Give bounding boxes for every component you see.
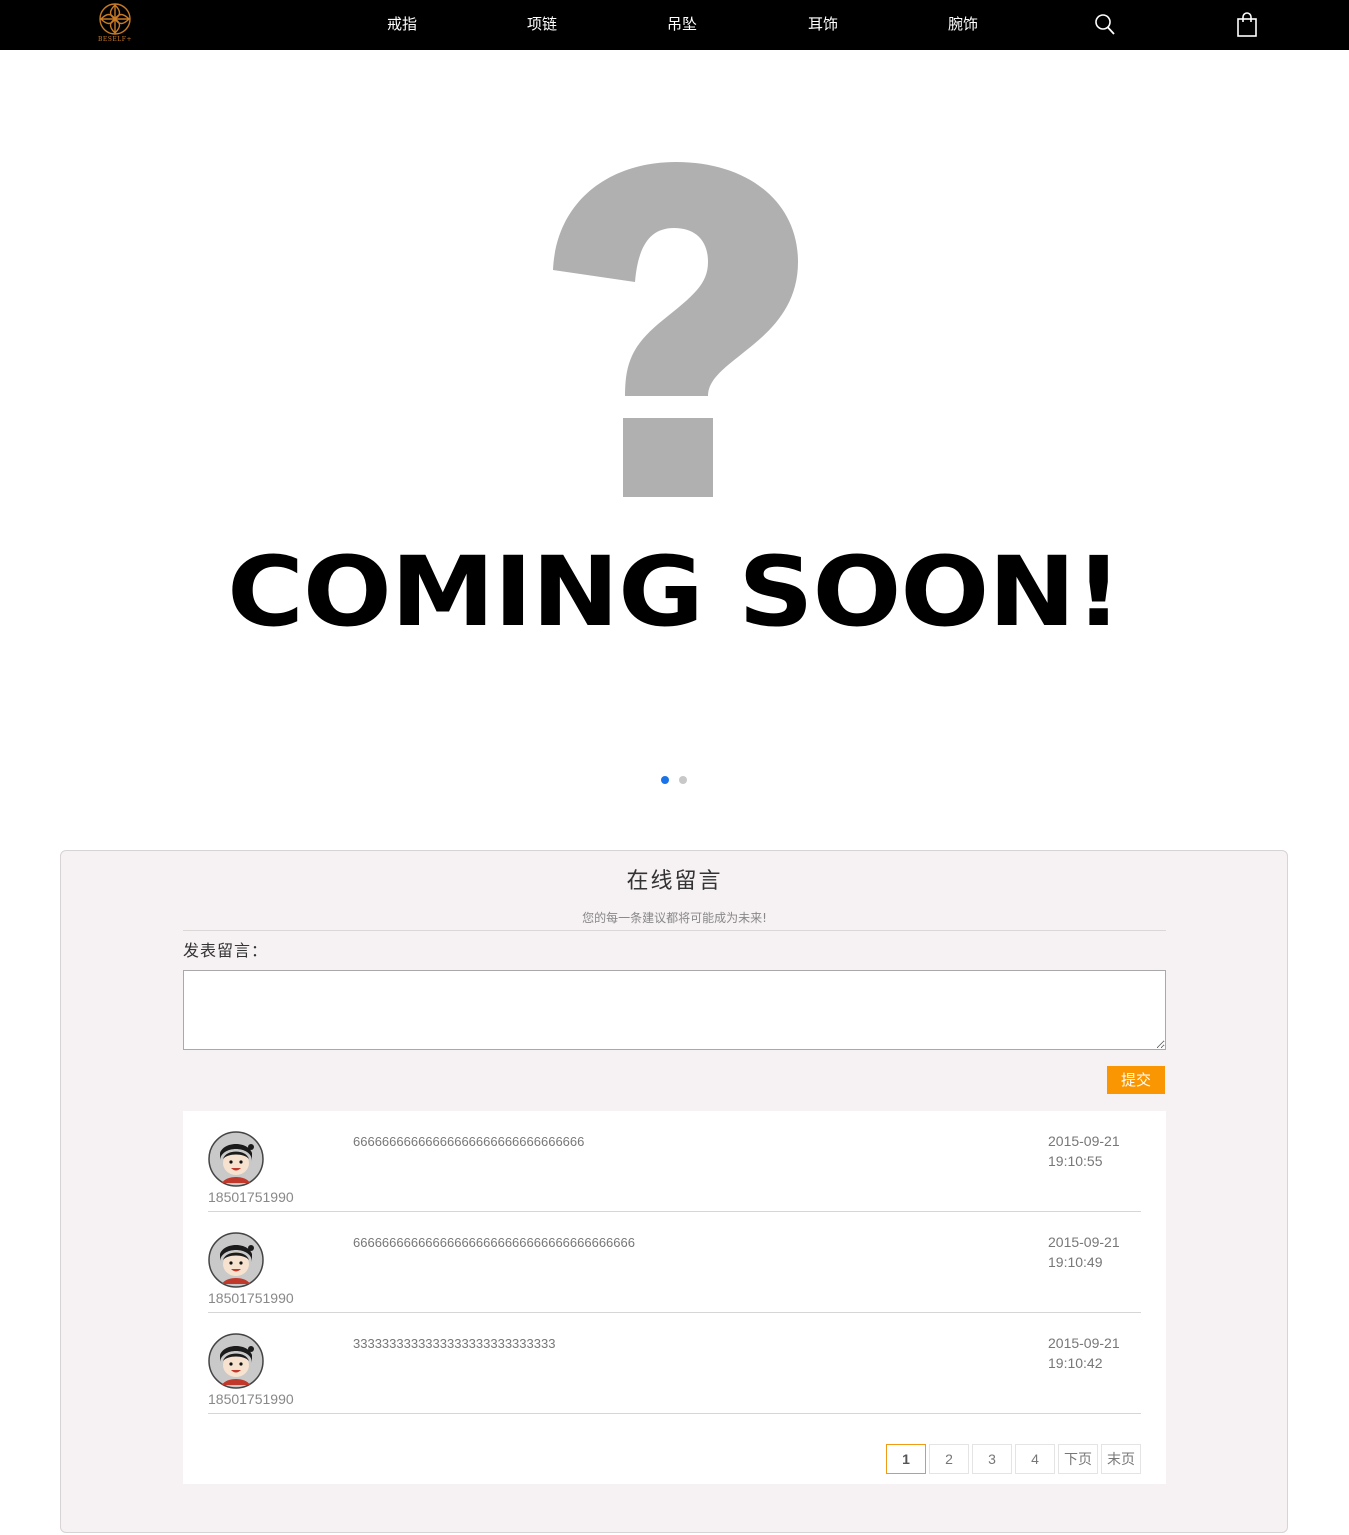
search-icon[interactable] [1094,12,1116,40]
nav-item-bracelets[interactable]: 腕饰 [948,13,978,35]
top-nav-bar: BESELF+ 戒指 项链 吊坠 耳饰 腕饰 [0,0,1349,50]
message-date: 2015-09-21 [1048,1133,1120,1149]
coming-soon-headline: COMING SOON! [227,536,1122,648]
post-message-label: 发表留言： [183,941,269,960]
submit-button[interactable]: 提交 [1107,1066,1165,1094]
message-username: 18501751990 [208,1391,294,1407]
brand-logo[interactable]: BESELF+ [94,2,136,48]
question-mark-icon [548,162,802,506]
shopping-bag-icon[interactable] [1236,12,1258,42]
message-username: 18501751990 [208,1189,294,1205]
message-timestamp: 2015-09-21 19:10:42 [1048,1333,1120,1373]
message-row: 18501751990 3333333333333333333333333333… [208,1313,1141,1414]
message-row: 18501751990 6666666666666666666666666666… [208,1212,1141,1313]
avatar [208,1232,264,1288]
page-button-3[interactable]: 3 [972,1444,1012,1474]
message-time: 19:10:49 [1048,1254,1103,1270]
brand-emblem-icon [99,3,131,35]
board-subtitle: 您的每一条建议都将可能成为未来! [582,911,767,925]
message-timestamp: 2015-09-21 19:10:49 [1048,1232,1120,1272]
message-list: 18501751990 6666666666666666666666666666… [183,1111,1166,1484]
nav-item-earrings[interactable]: 耳饰 [808,13,838,35]
brand-logo-text: BESELF+ [98,36,132,43]
message-time: 19:10:42 [1048,1355,1103,1371]
carousel-dot-1[interactable] [661,776,669,784]
next-page-button[interactable]: 下页 [1058,1444,1098,1474]
nav-item-rings[interactable]: 戒指 [387,13,417,35]
page-button-4[interactable]: 4 [1015,1444,1055,1474]
page-button-2[interactable]: 2 [929,1444,969,1474]
message-content: 666666666666666666666666666666666666666 [353,1235,635,1250]
message-timestamp: 2015-09-21 19:10:55 [1048,1131,1120,1171]
board-divider [183,930,1166,931]
message-username: 18501751990 [208,1290,294,1306]
message-date: 2015-09-21 [1048,1234,1120,1250]
page-button-1[interactable]: 1 [886,1444,926,1474]
message-content: 66666666666666666666666666666666 [353,1134,585,1149]
carousel-dot-2[interactable] [679,776,687,784]
board-title: 在线留言 [626,869,723,894]
message-content: 3333333333333333333333333333 [353,1336,556,1351]
message-row: 18501751990 6666666666666666666666666666… [208,1111,1141,1212]
message-date: 2015-09-21 [1048,1335,1120,1351]
avatar [208,1131,264,1187]
message-input[interactable] [183,970,1166,1050]
nav-item-pendants[interactable]: 吊坠 [667,13,697,35]
message-time: 19:10:55 [1048,1153,1103,1169]
last-page-button[interactable]: 末页 [1101,1444,1141,1474]
avatar [208,1333,264,1389]
nav-item-necklaces[interactable]: 项链 [527,13,557,35]
